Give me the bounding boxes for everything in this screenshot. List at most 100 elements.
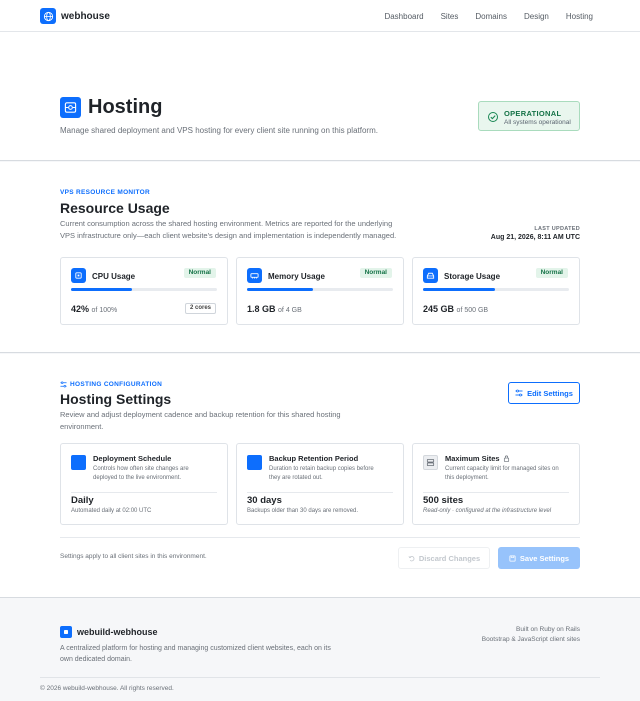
divider [423,492,569,493]
progress-bar [71,288,217,291]
discard-changes-label: Discard Changes [418,553,481,563]
settings-description: Review and adjust deployment cadence and… [60,409,341,433]
metric-name: Storage Usage [444,272,501,281]
server-stack-icon [423,455,438,470]
progress-bar [423,288,569,291]
deployment-schedule-card: Deployment Schedule Controls how often s… [60,443,228,525]
setting-name-text: Maximum Sites [445,454,500,463]
setting-value: 30 days [247,495,282,506]
maximum-sites-card: Maximum Sites Current capacity limit for… [412,443,580,525]
hero-title-row: Hosting [60,96,162,119]
metric-value: 245 GB of 500 GB [423,304,488,314]
save-icon [509,554,516,562]
discard-changes-button[interactable]: Discard Changes [398,547,490,569]
divider [247,492,393,493]
edit-settings-button[interactable]: Edit Settings [508,382,580,404]
resource-eyebrow: VPS RESOURCE MONITOR [60,189,151,196]
metric-amount: 245 GB [423,304,455,314]
metric-name: Memory Usage [268,272,325,281]
sliders-icon [60,381,67,388]
progress-fill [247,288,313,291]
status-description: All systems operational [504,119,571,126]
settings-title: Hosting Settings [60,391,172,407]
built-on-text: Built on Ruby on Rails [516,626,580,633]
backup-retention-card: Backup Retention Period Duration to reta… [236,443,404,525]
settings-footnote: Settings apply to all client sites in th… [60,553,207,560]
setting-note: Read-only · configured at the infrastruc… [423,508,551,514]
stack-text: Bootstrap & JavaScript client sites [481,636,580,643]
metric-name: CPU Usage [92,272,136,281]
nav-link-domains[interactable]: Domains [475,12,507,21]
globe-icon [40,8,56,24]
setting-description: Duration to retain backup copies before … [269,465,397,483]
footer: webuild-webhouse A centralized platform … [0,599,640,701]
setting-value: 500 sites [423,495,464,506]
setting-description: Controls how often site changes are depl… [93,465,221,483]
memory-icon [247,268,262,283]
hero: Hosting Manage shared deployment and VPS… [0,32,640,161]
last-updated-value: Aug 21, 2026, 8:11 AM UTC [490,234,580,241]
memory-usage-card: Memory Usage Normal 1.8 GB of 4 GB [236,257,404,325]
setting-name: Maximum Sites [445,454,510,463]
hosting-settings-section: HOSTING CONFIGURATION Hosting Settings R… [0,354,640,598]
setting-description-line: deployed to the live environment. [93,475,182,481]
setting-note: Automated daily at 02:00 UTC [71,508,152,514]
metric-unit: of 4 GB [278,307,302,314]
settings-description-line: environment. [60,422,104,431]
footer-description: A centralized platform for hosting and m… [60,643,350,665]
settings-eyebrow-text: HOSTING CONFIGURATION [70,381,163,388]
page-title: Hosting [88,96,163,118]
settings-eyebrow: HOSTING CONFIGURATION [60,381,162,388]
last-updated: LAST UPDATED Aug 21, 2026, 8:11 AM UTC [491,226,580,241]
metric-value: 1.8 GB of 4 GB [247,304,302,314]
backup-icon [247,455,262,470]
nav-link-hosting[interactable]: Hosting [566,12,593,21]
status-badge: Normal [359,268,392,278]
resource-title: Resource Usage [60,200,170,216]
sliders-icon [515,389,523,397]
edit-settings-label: Edit Settings [527,388,573,398]
settings-description-line: Review and adjust deployment cadence and… [60,410,341,419]
setting-description-line: Duration to retain backup copies before [269,466,374,472]
metric-value: 42% of 100% [71,304,117,314]
progress-fill [71,288,133,291]
page-subtitle: Manage shared deployment and VPS hosting… [60,126,378,135]
lock-icon [503,455,509,462]
copyright: © 2026 webuild-webhouse. All rights rese… [40,685,174,692]
nav-links: Dashboard Sites Domains Design Hosting [367,12,593,21]
progress-bar [247,288,393,291]
brand[interactable]: webhouse [40,8,110,24]
setting-note: Backups older than 30 days are removed. [247,508,359,514]
navbar: webhouse Dashboard Sites Domains Design … [0,0,640,32]
metric-amount: 42% [71,304,90,314]
setting-description-line: this deployment. [445,475,489,481]
resource-description-line: VPS infrastructure only—each client webs… [60,231,397,240]
nav-link-dashboard[interactable]: Dashboard [384,12,423,21]
status-badge: OPERATIONAL All systems operational [478,101,580,131]
footer-tech-info: Built on Ruby on Rails Bootstrap & JavaS… [482,625,580,645]
status-badge: Normal [535,268,568,278]
footer-name: webuild-webhouse [77,627,158,637]
resource-usage-section: VPS RESOURCE MONITOR Resource Usage Curr… [0,162,640,353]
metric-unit: of 500 GB [456,307,489,314]
cpu-icon [71,268,86,283]
nav-link-sites[interactable]: Sites [441,12,459,21]
save-settings-button[interactable]: Save Settings [498,547,580,569]
footer-brand: webuild-webhouse [60,626,158,638]
cores-chip: 2 cores [184,303,216,314]
brand-name: webhouse [61,10,110,22]
divider [60,537,580,538]
last-updated-label: LAST UPDATED [534,226,580,232]
divider [71,492,217,493]
status-badge: Normal [183,268,216,278]
save-settings-label: Save Settings [519,553,570,563]
undo-icon [408,555,415,561]
metric-amount: 1.8 GB [247,304,276,314]
metric-unit: of 100% [91,307,118,314]
nav-link-design[interactable]: Design [524,12,549,21]
setting-name: Deployment Schedule [93,454,172,463]
storage-icon [423,268,438,283]
storage-usage-card: Storage Usage Normal 245 GB of 500 GB [412,257,580,325]
footer-description-line: own dedicated domain. [60,656,132,663]
resource-description-line: Current consumption across the shared ho… [60,219,393,228]
